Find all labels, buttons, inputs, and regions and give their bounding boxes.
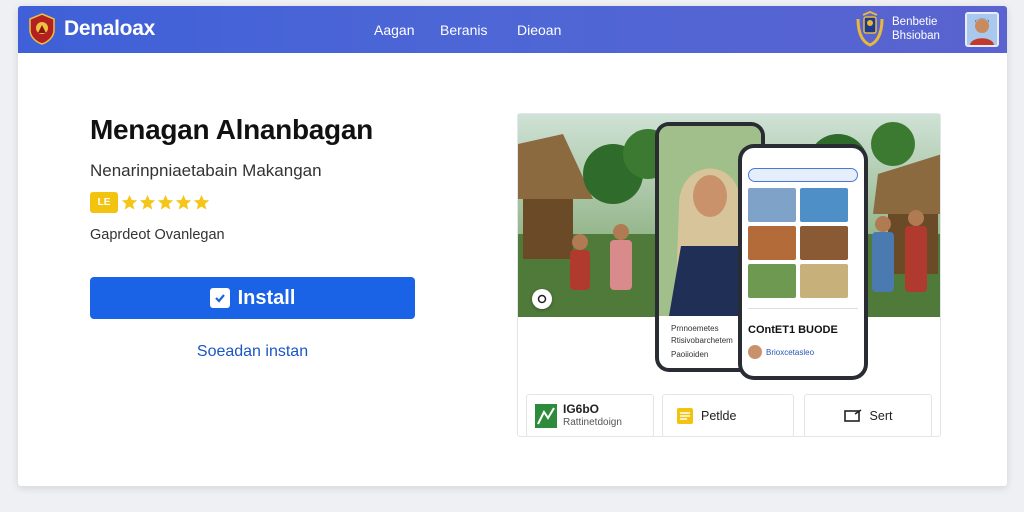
front-phone-subcaption: Brioxcetasleo [766, 348, 815, 357]
star-icon [157, 194, 174, 210]
grid-tile [800, 226, 848, 260]
phone-search-bar [748, 168, 858, 182]
share-icon [843, 408, 861, 422]
app-title: Menagan Alnanbagan [90, 114, 373, 145]
brand-name[interactable]: Denaloax [64, 17, 155, 41]
play-icon[interactable] [532, 289, 552, 309]
instant-link[interactable]: Soeadan instan [90, 343, 415, 361]
nav-link-dieoan[interactable]: Dieoan [517, 22, 561, 38]
star-icon [121, 194, 138, 210]
map-card[interactable]: IG6bO Rattinetdoign [526, 394, 654, 436]
user-subtitle: Bhsioban [892, 30, 940, 42]
grid-tile [800, 188, 848, 222]
share-button[interactable]: Sert [804, 394, 932, 436]
phone-mockup-front: COntET1 BUODE Brioxcetasleo [738, 144, 868, 380]
app-subtitle: Nenarinpniaetabain Makangan [90, 161, 322, 180]
star-icon [175, 194, 192, 210]
star-icon [193, 194, 210, 210]
emblem-icon [856, 11, 884, 47]
star-icon [139, 194, 156, 210]
install-icon [209, 288, 230, 308]
install-button[interactable]: Install [90, 277, 415, 319]
brand-logo-icon[interactable] [27, 13, 57, 45]
grid-tile [748, 188, 796, 222]
grid-tile [748, 264, 796, 298]
grid-tile [748, 226, 796, 260]
rating: LE [90, 191, 211, 213]
user-info[interactable]: Benbetie Bhsioban [892, 15, 940, 43]
map-card-subtitle: Rattinetdoign [563, 416, 622, 428]
app-store-window: Denaloax Aagan Beranis Dieoan Benbetie B… [18, 6, 1007, 486]
folder-icon [677, 407, 693, 424]
grid-tile [800, 264, 848, 298]
rating-stars [121, 194, 211, 211]
back-phone-line-1: Prnnoemetes [671, 324, 719, 333]
install-label: Install [237, 286, 296, 309]
rating-badge: LE [90, 191, 118, 213]
share-label: Sert [869, 408, 893, 423]
detail-card-label: Petlde [701, 408, 737, 423]
developer-name[interactable]: Gaprdeot Ovanlegan [90, 227, 225, 243]
avatar-icon [967, 14, 997, 45]
phone-front-screen: COntET1 BUODE Brioxcetasleo [742, 148, 864, 376]
back-phone-line-3: Paoiioiden [671, 350, 709, 359]
nav-link-beranis[interactable]: Beranis [440, 22, 487, 38]
detail-card[interactable]: Petlde [662, 394, 794, 436]
screenshot-preview[interactable]: Prnnoemetes Rtisivobarchetem Paoiioiden … [517, 113, 941, 437]
top-navigation-bar: Denaloax Aagan Beranis Dieoan Benbetie B… [18, 6, 1007, 53]
map-icon [535, 403, 557, 428]
back-phone-line-2: Rtisivobarchetem [671, 336, 733, 345]
nav-link-aagan[interactable]: Aagan [374, 22, 414, 38]
front-phone-caption: COntET1 BUODE [748, 324, 838, 336]
user-name: Benbetie [892, 16, 938, 28]
avatar[interactable] [965, 12, 999, 47]
map-card-title: IG6bO [563, 401, 600, 416]
front-phone-avatar [748, 345, 762, 359]
